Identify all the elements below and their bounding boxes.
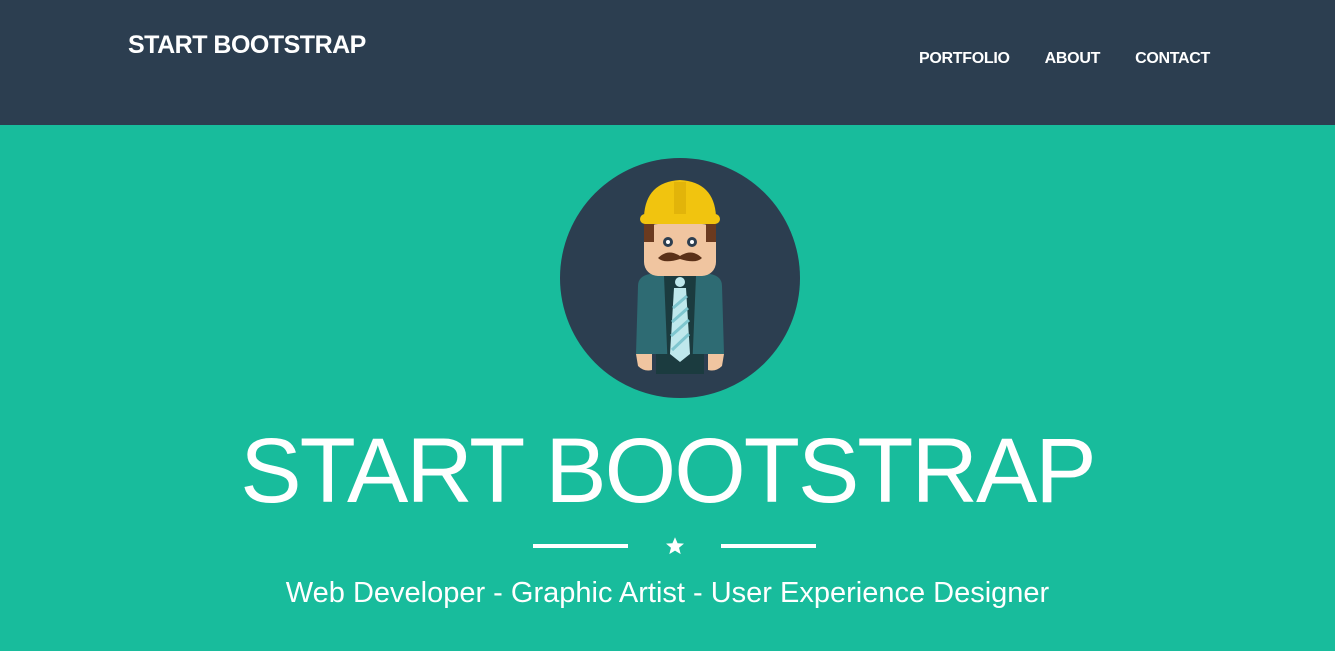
divider-line-right [721,544,816,548]
navbar: START BOOTSTRAP PORTFOLIO ABOUT CONTACT [0,0,1335,125]
hero-subtitle: Web Developer - Graphic Artist - User Ex… [285,577,1050,609]
nav-link-about[interactable]: ABOUT [1045,50,1101,68]
hero-title: START BOOTSTRAP [240,420,1096,522]
nav-link-portfolio[interactable]: PORTFOLIO [919,50,1010,68]
divider-line-left [533,544,628,548]
star-divider [533,535,816,555]
star-icon [666,537,684,555]
construction-worker-avatar-icon [560,158,800,398]
nav-links: PORTFOLIO ABOUT CONTACT [919,50,1210,68]
nav-link-contact[interactable]: CONTACT [1135,50,1210,68]
hero-section: START BOOTSTRAP Web Developer - Graphic … [0,125,1335,651]
brand-link[interactable]: START BOOTSTRAP [128,31,366,60]
